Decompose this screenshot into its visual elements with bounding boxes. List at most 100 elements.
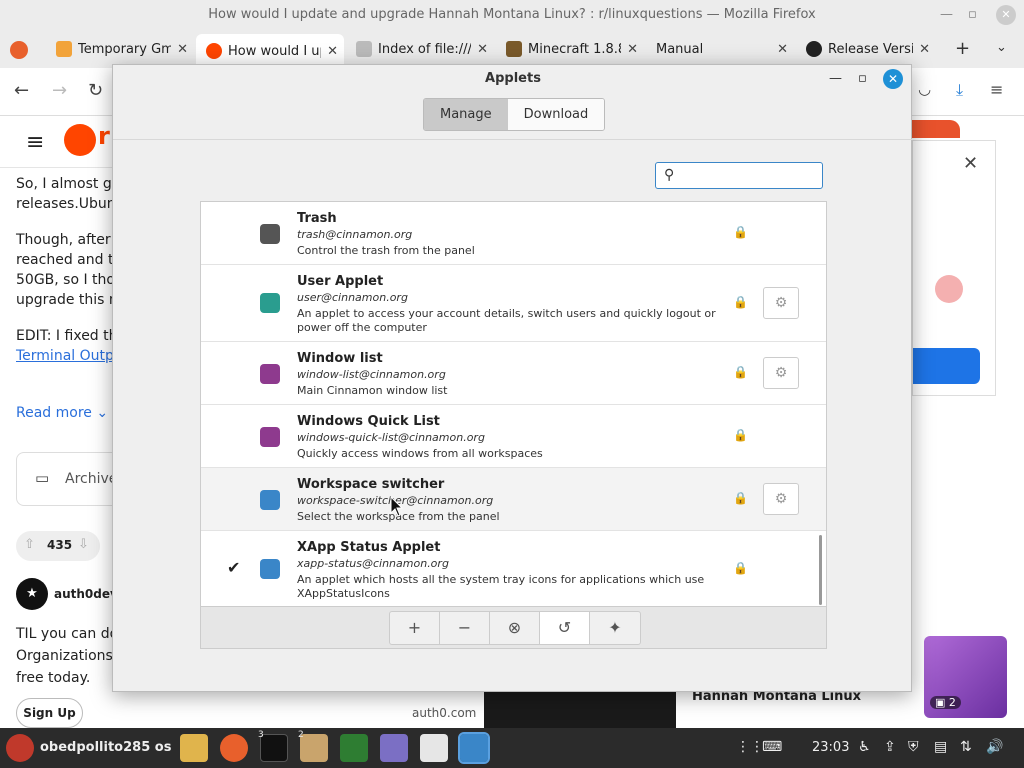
popup-action-button[interactable]: [913, 348, 980, 384]
close-tab-icon[interactable]: ✕: [477, 42, 488, 57]
applet-row-trash[interactable]: Trash trash@cinnamon.org Control the tra…: [201, 202, 826, 265]
close-window-icon[interactable]: ✕: [996, 5, 1016, 25]
close-icon[interactable]: ✕: [883, 69, 903, 89]
remove-button[interactable]: −: [440, 612, 490, 644]
menu-avatar-icon[interactable]: [6, 734, 34, 762]
tab-temporary-gmail[interactable]: Temporary Gma ✕: [46, 30, 194, 68]
github-icon: [806, 41, 822, 57]
enabled-check-icon: ✔: [227, 558, 241, 577]
reload-icon[interactable]: ↻: [88, 80, 103, 101]
accessibility-icon[interactable]: ♿: [858, 739, 871, 755]
chevron-down-icon[interactable]: ⌄: [996, 40, 1007, 55]
extra-button[interactable]: ✦: [590, 612, 640, 644]
tab-manage[interactable]: Manage: [424, 99, 508, 130]
avatar[interactable]: ★: [16, 578, 48, 610]
tab-download[interactable]: Download: [507, 99, 605, 130]
applet-row-windows-quick-list[interactable]: Windows Quick List windows-quick-list@ci…: [201, 405, 826, 468]
close-tab-icon[interactable]: ✕: [777, 42, 788, 57]
maximize-icon[interactable]: ▫: [858, 71, 867, 86]
volume-icon[interactable]: 🔊: [986, 739, 1003, 755]
tab-manual[interactable]: Manual ✕: [646, 30, 794, 68]
sign-up-button[interactable]: Sign Up: [16, 698, 83, 728]
commenter-name[interactable]: auth0dev: [54, 587, 118, 601]
tab-label: How would I up: [228, 43, 322, 59]
add-button[interactable]: +: [390, 612, 440, 644]
applet-row-window-list[interactable]: Window list window-list@cinnamon.org Mai…: [201, 342, 826, 405]
applet-row-user[interactable]: User Applet user@cinnamon.org An applet …: [201, 265, 826, 342]
window-list-icon: [260, 364, 280, 384]
applets-dialog: Applets — ▫ ✕ Manage Download ⚲ Trash tr…: [112, 64, 913, 692]
firefox-icon[interactable]: [220, 734, 248, 762]
forward-icon[interactable]: →: [52, 80, 67, 101]
terminal-output-link[interactable]: Terminal Outpu: [16, 346, 123, 366]
tab-label: Release Version: [828, 41, 914, 57]
tab-label: Index of file:///: [378, 41, 472, 57]
reddit-logo-icon[interactable]: [64, 124, 96, 156]
menu-icon[interactable]: ≡: [990, 80, 1003, 99]
minimize-icon[interactable]: —: [940, 0, 953, 30]
taskbar: obedpollito285 os 3 2 ⋮⋮ ⌨ 23:03 ♿ ⇪ ⛨ ▤…: [0, 728, 1024, 768]
hamburger-icon[interactable]: ≡: [26, 130, 44, 155]
workspace-switcher-icon: [260, 490, 280, 510]
list-scrollbar[interactable]: [819, 535, 822, 605]
lock-icon: 🔒: [733, 365, 748, 379]
downvote-icon[interactable]: ⇩: [78, 537, 89, 552]
restore-button[interactable]: ↺: [540, 612, 590, 644]
tab-minecraft[interactable]: Minecraft 1.8.8 ✕: [496, 30, 644, 68]
vote-count: 435: [47, 538, 73, 552]
tab-label: Minecraft 1.8.8: [528, 41, 622, 57]
workspace-grid-icon[interactable]: ⋮⋮: [736, 739, 764, 755]
close-tab-icon[interactable]: ✕: [177, 42, 188, 57]
update-manager-icon[interactable]: ⇪: [884, 739, 896, 755]
firefox-menu-icon[interactable]: [10, 41, 28, 59]
ad-domain: auth0.com: [412, 706, 477, 720]
post-text-line: EDIT: I fixed the: [16, 328, 127, 344]
configure-button[interactable]: ⚙: [763, 357, 799, 389]
archive-manager-icon[interactable]: [300, 734, 328, 762]
related-thumbnail[interactable]: ▣ 2: [924, 636, 1007, 718]
reddit-header-button[interactable]: [912, 120, 960, 138]
close-tab-icon[interactable]: ✕: [627, 42, 638, 57]
user-label[interactable]: obedpollito285 os: [40, 740, 171, 755]
close-tab-icon[interactable]: ✕: [919, 42, 930, 57]
network-icon[interactable]: ⇅: [960, 739, 972, 755]
applets-settings-icon[interactable]: [458, 732, 490, 764]
search-input[interactable]: ⚲: [655, 162, 823, 189]
maximize-icon[interactable]: ▫: [968, 0, 977, 30]
tab-label: Manual: [656, 41, 704, 57]
reddit-icon: [206, 43, 222, 59]
close-tab-icon[interactable]: ✕: [327, 44, 338, 59]
terminal-icon[interactable]: [260, 734, 288, 762]
applet-name: Workspace switcher: [297, 477, 445, 492]
ad-terminal-image: [484, 692, 676, 728]
files-icon[interactable]: [180, 734, 208, 762]
pocket-icon[interactable]: ◡: [918, 80, 931, 98]
keyboard-icon[interactable]: ⌨: [762, 739, 782, 755]
download-icon[interactable]: ⤓: [956, 80, 963, 100]
read-more-link[interactable]: Read more ⌄: [16, 403, 108, 423]
clock[interactable]: 23:03: [812, 740, 849, 755]
tab-release-version[interactable]: Release Version ✕: [796, 30, 936, 68]
tab-reddit-post[interactable]: How would I up ✕: [196, 34, 344, 68]
configure-button[interactable]: ⚙: [763, 287, 799, 319]
mouse-cursor-icon: [390, 496, 404, 517]
new-tab-icon[interactable]: +: [955, 38, 970, 59]
upvote-icon[interactable]: ⇧: [24, 537, 35, 552]
lock-icon: 🔒: [733, 225, 748, 239]
tab-index-of-file[interactable]: Index of file:/// ✕: [346, 30, 494, 68]
applet-row-xapp-status[interactable]: ✔ XApp Status Applet xapp-status@cinnamo…: [201, 531, 826, 606]
back-icon[interactable]: ←: [14, 80, 29, 101]
close-icon[interactable]: ✕: [963, 153, 978, 174]
package-icon[interactable]: [420, 734, 448, 762]
text-editor-icon[interactable]: [380, 734, 408, 762]
minimize-icon[interactable]: —: [829, 71, 842, 86]
signin-popup: ✕: [912, 140, 996, 396]
configure-button[interactable]: ⚙: [763, 483, 799, 515]
applet-uuid: trash@cinnamon.org: [297, 228, 413, 241]
user-icon: [260, 293, 280, 313]
shield-tray-icon[interactable]: ⛨: [908, 739, 919, 755]
notes-icon[interactable]: ▤: [934, 739, 947, 755]
uninstall-button[interactable]: ⊗: [490, 612, 540, 644]
shield-icon[interactable]: [340, 734, 368, 762]
applet-row-workspace-switcher[interactable]: Workspace switcher workspace-switcher@ci…: [201, 468, 826, 531]
